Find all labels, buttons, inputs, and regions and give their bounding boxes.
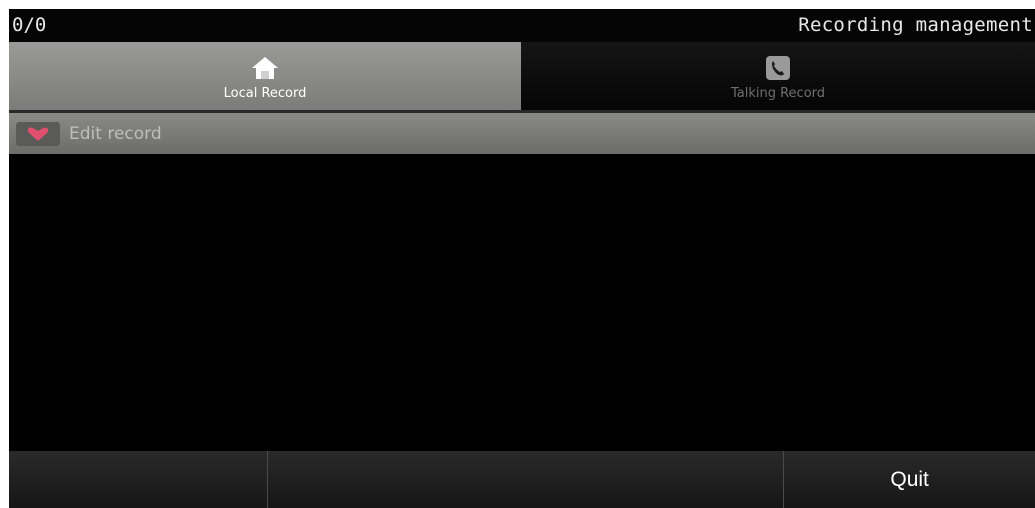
toolbar-slot-left[interactable] (9, 451, 268, 508)
home-icon (250, 54, 280, 82)
recording-management-screen: 0/0 Recording management Local Record Ta… (9, 9, 1035, 508)
tab-local-record-label: Local Record (223, 86, 307, 101)
list-item[interactable]: Edit record (9, 113, 1035, 154)
list-item-label: Edit record (69, 123, 162, 144)
record-list: Edit record (9, 113, 1035, 451)
page-title: Recording management (798, 14, 1033, 36)
toolbar-slot-middle[interactable] (268, 451, 785, 508)
edit-heart-icon (16, 121, 60, 146)
status-bar: 0/0 Recording management (9, 9, 1035, 42)
tab-bar: Local Record Talking Record (9, 42, 1035, 110)
phone-icon (763, 54, 793, 82)
tab-talking-record[interactable]: Talking Record (521, 42, 1035, 110)
tab-talking-record-label: Talking Record (730, 86, 826, 101)
bottom-toolbar: Quit (9, 451, 1035, 508)
quit-button[interactable]: Quit (784, 451, 1035, 508)
record-counter: 0/0 (12, 14, 47, 36)
tab-local-record[interactable]: Local Record (9, 42, 521, 110)
